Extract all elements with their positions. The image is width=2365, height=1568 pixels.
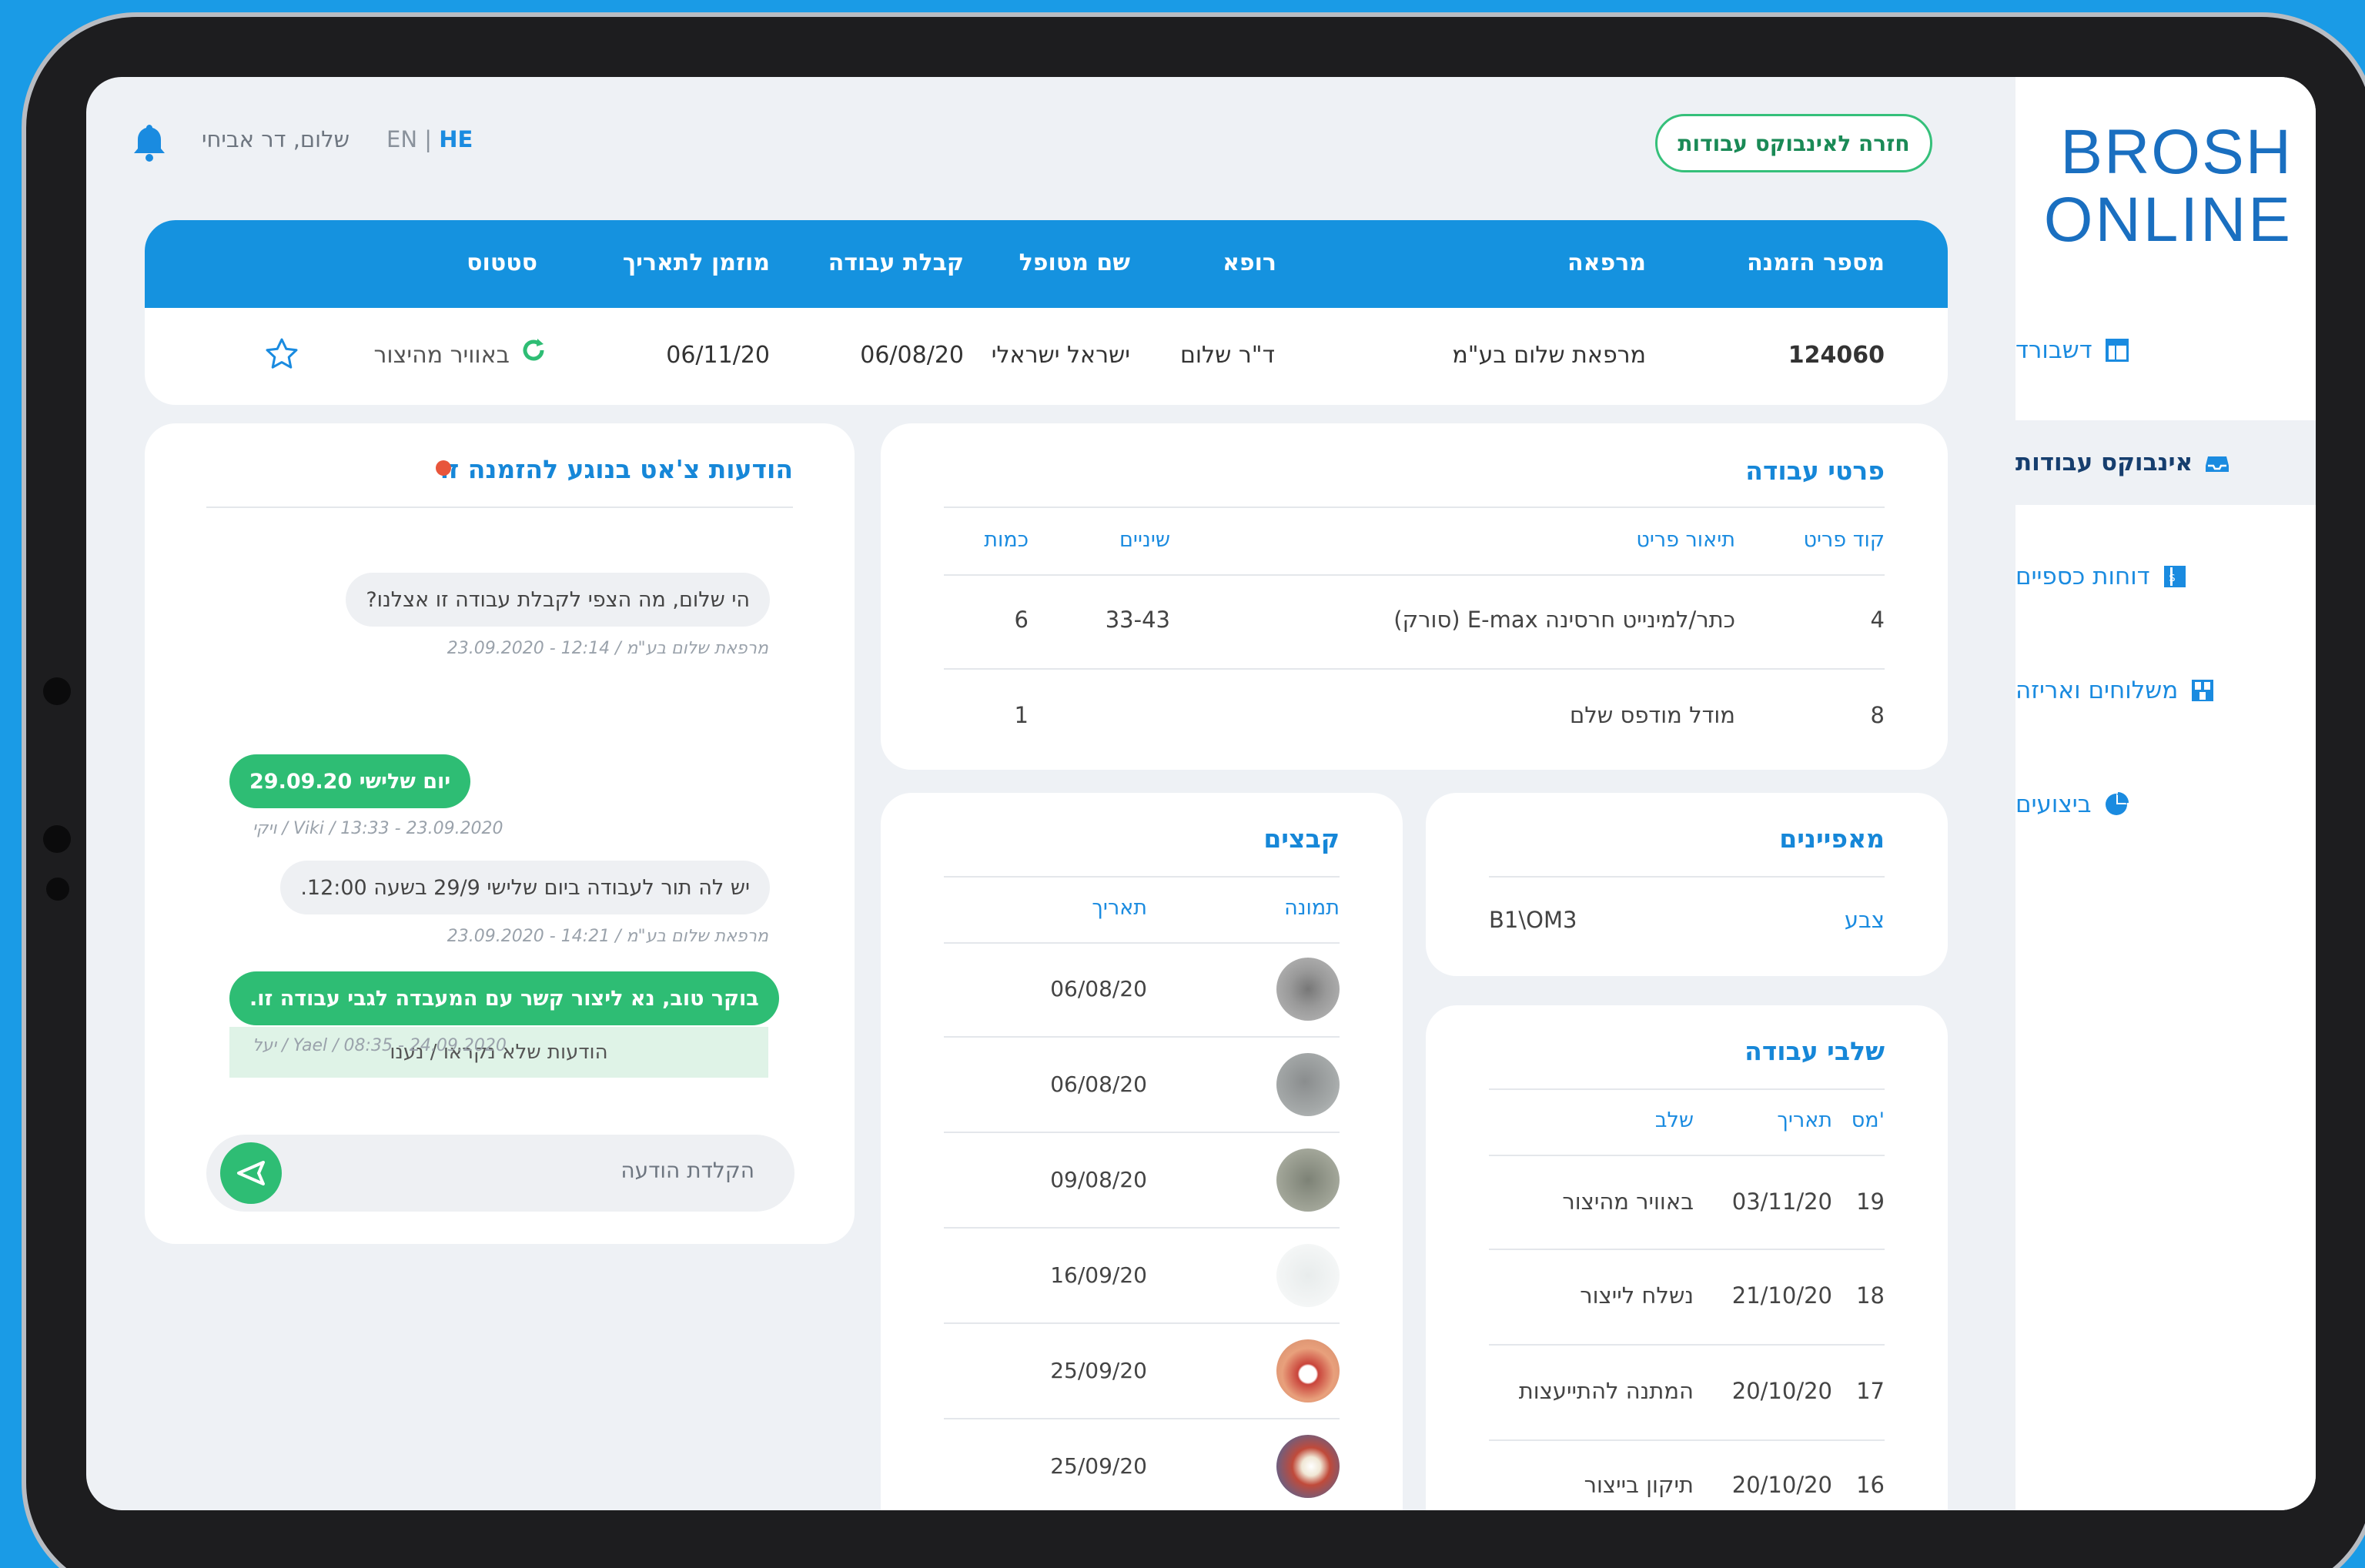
file-thumbnail[interactable]	[1276, 1435, 1340, 1498]
sidebar-item-finance[interactable]: $ דוחות כספיים	[2015, 534, 2316, 619]
doctor-name: ד"ר שלום	[1179, 342, 1275, 369]
sidebar-item-label: משלוחים ואריזה	[2015, 677, 2179, 704]
top-bar: שלום, דר אביחי EN | HE חזרה לאינבוקס עבו…	[86, 77, 2015, 216]
properties-card: מאפיינים צבע B1\OM3	[1426, 793, 1948, 976]
patient-name: ישראל ישראלי	[991, 342, 1130, 369]
file-thumbnail[interactable]	[1276, 1053, 1340, 1116]
message-meta: יעל / Yael / 08:35 - 24.09.2020	[253, 1036, 507, 1055]
col-qty: כמות	[984, 528, 1029, 552]
file-date: 06/08/20	[1050, 1072, 1147, 1097]
color-label: צבע	[1844, 907, 1885, 933]
camera-dot	[43, 677, 71, 705]
col-clinic: מרפאה	[1567, 249, 1646, 276]
message-input[interactable]: הקלדת הודעה	[206, 1135, 794, 1212]
col-item-desc: תיאור פריט	[1636, 528, 1735, 552]
finance-report-icon: $	[2163, 564, 2187, 589]
file-date: 25/09/20	[1050, 1453, 1147, 1479]
sidebar: BROSH ONLINE דשבורד אינבוקס עבודות $ דוח…	[2015, 77, 2316, 1510]
user-greeting: שלום, דר אביחי	[202, 126, 350, 152]
file-date: 25/09/20	[1050, 1358, 1147, 1383]
col-item-code: קוד פריט	[1803, 528, 1885, 552]
chat-message-in: יש לה תור לעבודה ביום שלישי 29/9 בשעה 12…	[280, 861, 770, 914]
message-meta: מרפאת שלום בע"מ / 12:14 - 23.09.2020	[447, 639, 768, 658]
lang-separator: |	[424, 126, 433, 152]
back-to-inbox-button[interactable]: חזרה לאינבוקס עבודות	[1655, 114, 1932, 172]
properties-title: מאפיינים	[1779, 824, 1885, 854]
file-thumbnail[interactable]	[1276, 1244, 1340, 1307]
send-icon	[237, 1161, 265, 1185]
sidebar-item-label: דוחות כספיים	[2015, 563, 2150, 590]
chat-message-in: הי שלום, מה הצפי לקבלת עבודה זו אצלנו?	[346, 573, 770, 627]
file-thumbnail[interactable]	[1276, 1148, 1340, 1212]
files-card: קבצים תמונה תאריך 06/08/20 06/08/20 09/0…	[881, 793, 1403, 1510]
col-received: קבלת עבודה	[828, 249, 964, 276]
work-details-title: פרטי עבודה	[1745, 456, 1885, 486]
file-date: 09/08/20	[1050, 1167, 1147, 1192]
chat-message-out: יום שלישי 29.09.20	[229, 754, 471, 808]
clinic-name: מרפאת שלום בע"מ	[1452, 342, 1646, 369]
col-image: תמונה	[1284, 896, 1340, 920]
col-num: מס'	[1851, 1108, 1885, 1132]
col-due-date: מוזמן לתאריך	[622, 249, 770, 276]
order-row[interactable]: 124060 מרפאת שלום בע"מ ד"ר שלום ישראל יש…	[145, 308, 1948, 405]
file-date: 06/08/20	[1050, 976, 1147, 1001]
camera-dot	[46, 878, 69, 901]
col-order-number: מספר הזמנה	[1747, 249, 1885, 276]
col-stage-date: תאריך	[1777, 1108, 1832, 1132]
work-stages-card: שלבי עבודה מס' תאריך שלב 19 03/11/20 באו…	[1426, 1005, 1948, 1510]
bell-icon[interactable]	[132, 123, 166, 162]
file-thumbnail[interactable]	[1276, 1339, 1340, 1403]
chat-message-out: בוקר טוב, נא ליצור קשר עם המעבדה לגבי עב…	[229, 971, 779, 1025]
col-stage: שלב	[1654, 1108, 1694, 1132]
sidebar-item-inbox[interactable]: אינבוקס עבודות	[2015, 420, 2316, 505]
lang-en-link[interactable]: EN	[386, 126, 417, 152]
language-switch: EN | HE	[386, 126, 473, 152]
status-text: באוויר מהיצור	[373, 342, 510, 369]
brand-logo: BROSH ONLINE	[2043, 117, 2293, 255]
sidebar-item-dashboard[interactable]: דשבורד	[2015, 308, 2316, 393]
order-table-header: מספר הזמנה מרפאה רופא שם מטופל קבלת עבוד…	[145, 220, 1948, 308]
file-thumbnail[interactable]	[1276, 958, 1340, 1021]
col-date: תאריך	[1092, 896, 1147, 920]
message-meta: ויקי / Viki / 13:33 - 23.09.2020	[253, 819, 503, 838]
stages-title: שלבי עבודה	[1744, 1036, 1885, 1066]
sidebar-item-label: דשבורד	[2015, 336, 2092, 364]
order-number: 124060	[1788, 342, 1885, 369]
due-date: 06/11/20	[666, 342, 770, 369]
sidebar-item-shipping[interactable]: משלוחים ואריזה	[2015, 648, 2316, 733]
sidebar-item-label: ביצועים	[2015, 791, 2092, 818]
lang-he-link[interactable]: HE	[439, 126, 473, 152]
color-value: B1\OM3	[1489, 907, 1577, 933]
star-icon[interactable]	[265, 337, 299, 377]
alert-dot	[436, 460, 451, 476]
sidebar-item-label: אינבוקס עבודות	[2015, 449, 2193, 476]
chat-card: הודעות צ'אט בנוגע להזמנה זו הי שלום, מה …	[145, 423, 855, 1244]
chat-title: הודעות צ'אט בנוגע להזמנה זו	[440, 454, 793, 484]
file-date: 16/09/20	[1050, 1262, 1147, 1288]
col-status: סטטוס	[467, 249, 537, 276]
inbox-icon	[2205, 450, 2230, 475]
package-icon	[2190, 678, 2215, 703]
camera-dot	[43, 825, 71, 853]
received-date: 06/08/20	[860, 342, 964, 369]
col-doctor: רופא	[1223, 249, 1276, 276]
col-teeth: שיניים	[1119, 528, 1170, 552]
app-screen: BROSH ONLINE דשבורד אינבוקס עבודות $ דוח…	[86, 77, 2316, 1510]
send-button[interactable]	[220, 1142, 282, 1204]
col-patient: שם מטופל	[1019, 249, 1130, 276]
dashboard-icon	[2105, 338, 2129, 363]
message-placeholder: הקלדת הודעה	[621, 1158, 754, 1183]
order-summary-card: מספר הזמנה מרפאה רופא שם מטופל קבלת עבוד…	[145, 220, 1948, 405]
message-meta: מרפאת שלום בע"מ / 14:21 - 23.09.2020	[447, 927, 768, 946]
sidebar-item-performance[interactable]: ביצועים	[2015, 762, 2316, 847]
refresh-icon[interactable]	[520, 337, 547, 369]
pie-chart-icon	[2104, 792, 2129, 817]
work-details-card: פרטי עבודה קוד פריט תיאור פריט שיניים כמ…	[881, 423, 1948, 770]
files-title: קבצים	[1263, 824, 1340, 854]
svg-text:$: $	[2169, 572, 2176, 584]
